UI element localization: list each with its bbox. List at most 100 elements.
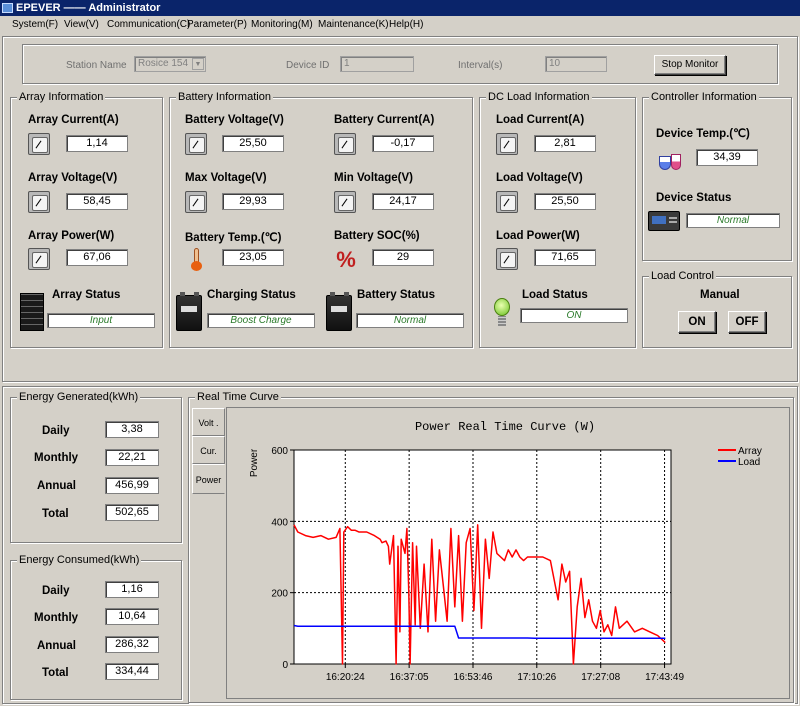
battery-icon [176, 292, 202, 331]
title-bar: EPEVER —— Administrator [0, 0, 800, 16]
menu-help[interactable]: Help(H) [389, 19, 423, 30]
battery-temp-value: 23,05 [222, 249, 284, 266]
device-temp-label: Device Temp.(℃) [656, 128, 750, 140]
array-power-value: 67,06 [66, 249, 128, 266]
array-voltage-label: Array Voltage(V) [28, 172, 118, 184]
battery-current-value: -0,17 [372, 135, 434, 152]
meter-icon [496, 248, 518, 270]
energy-generated-title: Energy Generated(kWh) [17, 391, 141, 403]
battery-icon [326, 292, 352, 331]
battery-soc-label: Battery SOC(%) [334, 230, 420, 242]
meter-icon [496, 191, 518, 213]
tab-power[interactable]: Power [192, 464, 225, 494]
battery-current-label: Battery Current(A) [334, 114, 435, 126]
light-bulb-icon [490, 294, 514, 332]
consumed-daily-label: Daily [42, 585, 70, 597]
generated-total-value: 502,65 [105, 504, 159, 521]
meter-icon [28, 248, 50, 270]
array-status-value: Input [47, 313, 155, 328]
chevron-down-icon: ▼ [192, 58, 204, 70]
load-off-button[interactable]: OFF [728, 311, 766, 333]
charging-status-value: Boost Charge [207, 313, 315, 328]
meter-icon [185, 191, 207, 213]
array-current-label: Array Current(A) [28, 114, 119, 126]
generated-monthly-value: 22,21 [105, 449, 159, 466]
tab-volt[interactable]: Volt . [192, 408, 225, 436]
tab-current[interactable]: Cur. [192, 436, 225, 464]
meter-icon [28, 133, 50, 155]
menu-maintenance[interactable]: Maintenance(K) [318, 19, 389, 30]
consumed-monthly-value: 10,64 [105, 608, 159, 625]
battery-soc-value: 29 [372, 249, 434, 266]
array-power-label: Array Power(W) [28, 230, 115, 242]
menu-view[interactable]: View(V) [64, 19, 99, 30]
load-voltage-value: 25,50 [534, 193, 596, 210]
load-on-button[interactable]: ON [678, 311, 716, 333]
chart-frame [226, 407, 790, 699]
load-control-title: Load Control [649, 270, 716, 282]
generated-monthly-label: Monthly [34, 452, 79, 464]
load-power-label: Load Power(W) [496, 230, 580, 242]
station-name-label: Station Name [66, 60, 127, 71]
load-info-title: DC Load Information [486, 91, 592, 103]
generated-daily-label: Daily [42, 425, 70, 437]
load-current-label: Load Current(A) [496, 114, 585, 126]
percent-icon: % [336, 247, 356, 272]
generated-annual-label: Annual [37, 480, 76, 492]
station-name-value: Rosice 154 [138, 58, 189, 69]
thermometer-icon [186, 248, 208, 272]
meter-icon [334, 191, 356, 213]
min-voltage-value: 24,17 [372, 193, 434, 210]
consumed-total-value: 334,44 [105, 663, 159, 680]
interval-label: Interval(s) [458, 60, 503, 71]
station-name-select[interactable]: Rosice 154 ▼ [134, 56, 206, 72]
flask-icon [658, 148, 682, 172]
controller-info-group: Controller Information [642, 91, 792, 261]
solar-panel-icon [20, 293, 44, 331]
energy-generated-group: Energy Generated(kWh) [10, 391, 182, 543]
stop-monitor-button[interactable]: Stop Monitor [654, 55, 726, 75]
device-id-label: Device ID [286, 60, 330, 71]
energy-consumed-title: Energy Consumed(kWh) [17, 554, 142, 566]
meter-icon [185, 133, 207, 155]
consumed-monthly-label: Monthly [34, 612, 79, 624]
battery-status-value: Normal [356, 313, 464, 328]
array-status-label: Array Status [52, 289, 121, 301]
load-power-value: 71,65 [534, 249, 596, 266]
battery-voltage-value: 25,50 [222, 135, 284, 152]
menu-bar: System(F) View(V) Communication(C) Param… [0, 16, 800, 34]
battery-temp-label: Battery Temp.(℃) [185, 232, 282, 244]
device-id-field[interactable]: 1 [340, 56, 414, 72]
interval-field[interactable]: 10 [545, 56, 607, 72]
consumed-total-label: Total [42, 667, 69, 679]
load-control-mode: Manual [700, 289, 740, 301]
array-current-value: 1,14 [66, 135, 128, 152]
menu-communication[interactable]: Communication(C) [107, 19, 190, 30]
menu-system[interactable]: System(F) [12, 19, 58, 30]
generated-daily-value: 3,38 [105, 421, 159, 438]
load-control-group: Load Control [642, 270, 792, 348]
load-current-value: 2,81 [534, 135, 596, 152]
controller-info-title: Controller Information [649, 91, 759, 103]
battery-status-label: Battery Status [357, 289, 435, 301]
consumed-annual-value: 286,32 [105, 636, 159, 653]
load-voltage-label: Load Voltage(V) [496, 172, 583, 184]
max-voltage-label: Max Voltage(V) [185, 172, 267, 184]
window-title: EPEVER —— Administrator [16, 2, 161, 14]
meter-icon [28, 191, 50, 213]
charging-status-label: Charging Status [207, 289, 296, 301]
menu-monitoring[interactable]: Monitoring(M) [251, 19, 313, 30]
device-temp-value: 34,39 [696, 149, 758, 166]
app-icon [2, 3, 13, 13]
device-status-label: Device Status [656, 192, 732, 204]
battery-info-title: Battery Information [176, 91, 273, 103]
max-voltage-value: 29,93 [222, 193, 284, 210]
menu-parameter[interactable]: Parameter(P) [187, 19, 247, 30]
battery-voltage-label: Battery Voltage(V) [185, 114, 284, 126]
load-status-label: Load Status [522, 289, 588, 301]
device-status-value: Normal [686, 213, 780, 228]
meter-icon [496, 133, 518, 155]
consumed-daily-value: 1,16 [105, 581, 159, 598]
generated-total-label: Total [42, 508, 69, 520]
load-status-value: ON [520, 308, 628, 323]
